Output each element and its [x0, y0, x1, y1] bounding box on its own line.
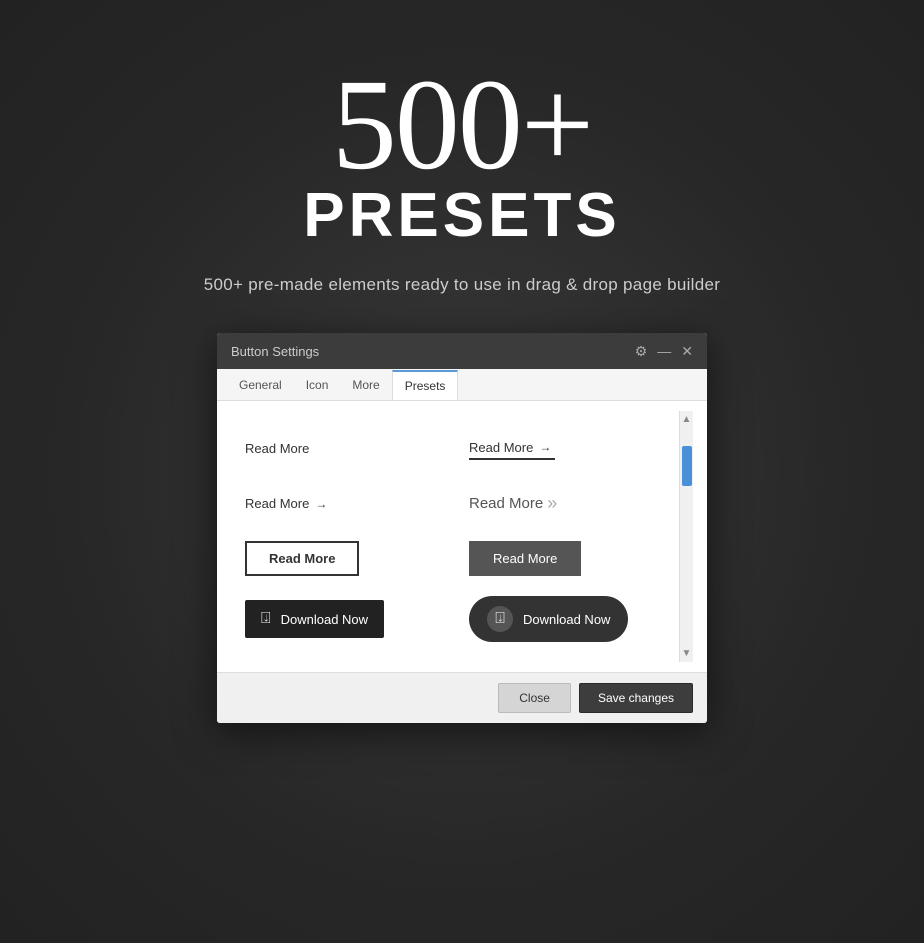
subtitle-text: 500+ pre-made elements ready to use in d…	[204, 275, 720, 295]
tab-icon[interactable]: Icon	[294, 369, 341, 400]
presets-grid: Read More Read More → Read More →	[231, 411, 679, 662]
preset-underline-arrow-button[interactable]: Read More →	[469, 438, 555, 460]
preset-cell-dark-round-icon: ⍗ Download Now	[455, 586, 679, 652]
preset-black-icon-button[interactable]: ⍗ Download Now	[245, 600, 384, 638]
double-arrow-label: Read More	[469, 495, 543, 512]
hero-section: 500+ PRESETS 500+ pre-made elements read…	[0, 0, 924, 295]
black-icon-label: Download Now	[281, 612, 368, 627]
dialog-titlebar: Button Settings ⚙ — ✕	[217, 333, 707, 369]
preset-cell-plain-text: Read More	[231, 421, 455, 476]
small-arrow-icon: →	[315, 497, 327, 511]
scroll-down-arrow[interactable]: ▼	[682, 648, 692, 659]
big-number: 500+	[332, 60, 592, 190]
dialog-content: Read More Read More → Read More →	[217, 401, 707, 672]
preset-dark-outlined-button[interactable]: Read More	[469, 541, 581, 576]
close-button[interactable]: Close	[498, 683, 571, 713]
preset-cell-double-arrow: Read More »	[455, 476, 679, 531]
preset-double-arrow-button[interactable]: Read More »	[469, 491, 557, 516]
dialog-title: Button Settings	[231, 344, 319, 359]
tab-more[interactable]: More	[340, 369, 391, 400]
arrow-icon: →	[539, 440, 551, 454]
minimize-icon[interactable]: —	[657, 343, 671, 359]
dark-round-icon-label: Download Now	[523, 612, 610, 627]
tab-presets[interactable]: Presets	[392, 370, 459, 400]
cloud-download-round-icon: ⍗	[487, 606, 513, 632]
scrollbar[interactable]: ▲ ▼	[679, 411, 693, 662]
gear-icon[interactable]: ⚙	[635, 343, 648, 360]
underline-arrow-label: Read More	[469, 440, 533, 455]
dialog-footer: Close Save changes	[217, 672, 707, 723]
preset-plain-text-button[interactable]: Read More	[245, 439, 309, 458]
scrollbar-area: Read More Read More → Read More →	[231, 411, 693, 662]
save-changes-button[interactable]: Save changes	[579, 683, 693, 713]
preset-cell-black-icon: ⍗ Download Now	[231, 586, 455, 652]
preset-cell-arrow-text: Read More →	[231, 476, 455, 531]
dialog-tabs: General Icon More Presets	[217, 369, 707, 401]
scrollbar-thumb[interactable]	[682, 446, 692, 486]
preset-cell-dark-outlined: Read More	[455, 531, 679, 586]
presets-heading: PRESETS	[303, 180, 620, 251]
arrow-text-label: Read More	[245, 496, 309, 511]
close-icon[interactable]: ✕	[681, 343, 693, 360]
preset-outlined-button[interactable]: Read More	[245, 541, 359, 576]
scroll-up-arrow[interactable]: ▲	[682, 414, 692, 425]
preset-dark-round-icon-button[interactable]: ⍗ Download Now	[469, 596, 628, 642]
preset-cell-outlined: Read More	[231, 531, 455, 586]
preset-cell-underline-arrow: Read More →	[455, 421, 679, 476]
tab-general[interactable]: General	[227, 369, 294, 400]
dialog-window: Button Settings ⚙ — ✕ General Icon More …	[217, 333, 707, 723]
cloud-download-icon: ⍗	[261, 610, 271, 628]
preset-arrow-text-button[interactable]: Read More →	[245, 494, 327, 513]
double-arrow-icon: »	[547, 493, 557, 514]
dialog-controls: ⚙ — ✕	[635, 343, 693, 360]
